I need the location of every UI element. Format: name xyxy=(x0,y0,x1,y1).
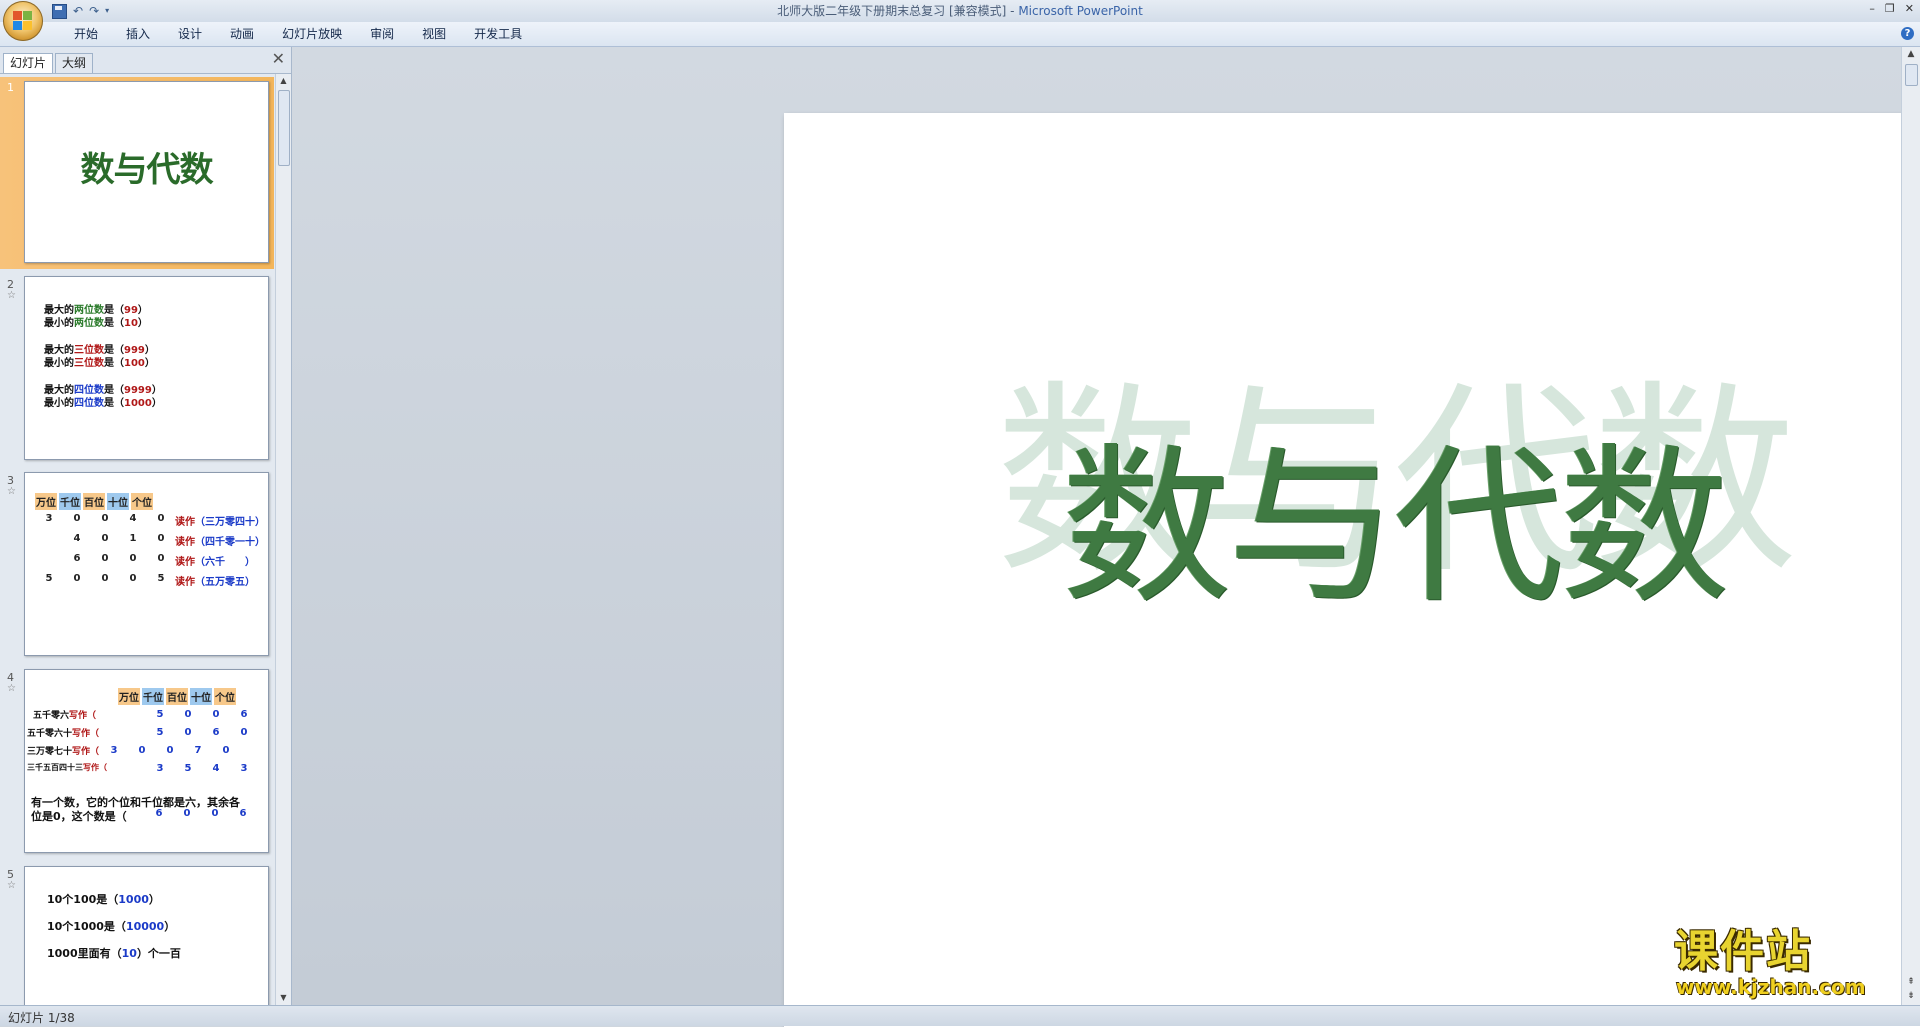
number-row: 3543 xyxy=(156,763,248,774)
panel-tabs: 幻灯片 大纲 ✕ xyxy=(0,47,291,74)
ribbon-tabs: 开始 插入 设计 动画 幻灯片放映 审阅 视图 开发工具 xyxy=(60,27,536,41)
tab-animations[interactable]: 动画 xyxy=(216,27,268,41)
thumb-line: 10个1000是（10000） xyxy=(47,920,176,933)
prev-slide-icon[interactable]: ⇞ xyxy=(1902,975,1920,989)
tab-developer[interactable]: 开发工具 xyxy=(460,27,536,41)
document-title: 北师大版二年级下册期末总复习 [兼容模式] - xyxy=(777,4,1015,18)
tab-slideshow[interactable]: 幻灯片放映 xyxy=(268,27,356,41)
read-as: 读作（六千 ） xyxy=(175,557,255,568)
slide-thumb-4[interactable]: 4 ☆ 万位 千位 百位 十位 个位 五千零六写作（ 5006 五千零六十写作（… xyxy=(0,667,274,857)
slide-title[interactable]: 数与代数 xyxy=(784,433,1920,623)
question-line: 位是0，这个数是（ xyxy=(31,810,127,823)
editor-scrollbar[interactable]: ▲ ⇞ ⇟ xyxy=(1901,47,1920,1005)
tab-design[interactable]: 设计 xyxy=(164,27,216,41)
read-as: 读作（五万零五） xyxy=(175,577,255,588)
watermark-brand: 课件站 xyxy=(1674,926,1812,977)
slide-indicator: 幻灯片 1/38 xyxy=(8,1011,75,1025)
slide-thumb-content: 万位 千位 百位 十位 个位 30040 读作（三万零四十） 4010 读作（四… xyxy=(24,472,269,656)
tab-outline[interactable]: 大纲 xyxy=(55,53,94,73)
office-button[interactable] xyxy=(3,1,43,41)
watermark-logo: 课件站 www.kjzhan.com xyxy=(1668,928,1898,1000)
slide-thumb-2[interactable]: 2 ☆ 最大的两位数是（99） 最小的两位数是（10） 最大的三位数是（999）… xyxy=(0,274,274,464)
watermark-url: www.kjzhan.com xyxy=(1676,975,1866,999)
scroll-thumb[interactable] xyxy=(1905,64,1918,86)
office-logo-icon xyxy=(13,11,33,31)
minimize-icon[interactable]: – xyxy=(1869,2,1875,15)
thumb-line: 最小的四位数是（1000） xyxy=(44,398,162,409)
next-slide-icon[interactable]: ⇟ xyxy=(1902,989,1920,1003)
title-bar: ↶ ↷ ▾ 北师大版二年级下册期末总复习 [兼容模式] - Microsoft … xyxy=(0,0,1920,41)
help-icon[interactable]: ? xyxy=(1901,27,1914,40)
slide-thumb-3[interactable]: 3 ☆ 万位 千位 百位 十位 个位 30040 读作（三万零四十） 4010 … xyxy=(0,470,274,660)
animation-star-icon: ☆ xyxy=(7,486,16,497)
scroll-down-icon[interactable]: ▼ xyxy=(276,991,291,1005)
current-slide[interactable]: 数与代数 数与代数 xyxy=(784,113,1920,1027)
number-row: 5006 xyxy=(156,709,248,720)
tab-home[interactable]: 开始 xyxy=(60,27,112,41)
slide-thumb-5[interactable]: 5 ☆ 10个100是（1000） 10个1000是（10000） 1000里面… xyxy=(0,864,274,1005)
answer-digits: 6006 xyxy=(155,808,247,819)
number-row: 30070 xyxy=(110,745,230,756)
place-value-headers: 万位 千位 百位 十位 个位 xyxy=(35,493,153,510)
panel-scrollbar[interactable]: ▲ ▼ xyxy=(275,74,291,1005)
slide-thumb-content: 万位 千位 百位 十位 个位 五千零六写作（ 5006 五千零六十写作（ 506… xyxy=(24,669,269,853)
thumb-line: 最小的三位数是（100） xyxy=(44,358,155,369)
status-bar: 幻灯片 1/38 xyxy=(0,1005,1920,1026)
window-title: 北师大版二年级下册期末总复习 [兼容模式] - Microsoft PowerP… xyxy=(0,4,1920,18)
ribbon: 开始 插入 设计 动画 幻灯片放映 审阅 视图 开发工具 ? xyxy=(0,22,1920,47)
scroll-up-icon[interactable]: ▲ xyxy=(1902,47,1920,61)
tab-slides[interactable]: 幻灯片 xyxy=(3,53,54,73)
window-controls: – ❐ ✕ xyxy=(1869,2,1914,15)
slide-number: 1 xyxy=(7,81,14,94)
write-row: 五千零六写作（ xyxy=(33,711,97,721)
slide-thumb-content: 数与代数 xyxy=(24,81,269,263)
write-row: 三千五百四十三写作（ xyxy=(27,763,107,772)
tab-insert[interactable]: 插入 xyxy=(112,27,164,41)
thumb-line: 10个100是（1000） xyxy=(47,893,160,906)
app-name: Microsoft PowerPoint xyxy=(1018,4,1143,18)
place-value-headers: 万位 千位 百位 十位 个位 xyxy=(118,688,236,705)
slide-editor: 数与代数 数与代数 xyxy=(292,47,1920,1027)
scroll-thumb[interactable] xyxy=(278,90,290,166)
slide-thumb-content: 最大的两位数是（99） 最小的两位数是（10） 最大的三位数是（999） 最小的… xyxy=(24,276,269,460)
number-row: 30040 xyxy=(45,513,165,524)
write-row: 五千零六十写作（ xyxy=(27,729,100,739)
slide-thumbnails[interactable]: 1 数与代数 2 ☆ 最大的两位数是（99） 最小的两位数是（10） 最大的三位… xyxy=(0,74,274,1005)
animation-star-icon: ☆ xyxy=(7,290,16,301)
read-as: 读作（四千零一十） xyxy=(175,537,265,548)
number-row: 5060 xyxy=(156,727,248,738)
close-icon[interactable]: ✕ xyxy=(1905,2,1914,15)
read-as: 读作（三万零四十） xyxy=(175,517,265,528)
animation-star-icon: ☆ xyxy=(7,880,16,891)
animation-star-icon: ☆ xyxy=(7,683,16,694)
thumb-line: 1000里面有（10）个一百 xyxy=(47,947,181,960)
thumb-line: 最小的两位数是（10） xyxy=(44,318,148,329)
slide-thumb-content: 10个100是（1000） 10个1000是（10000） 1000里面有（10… xyxy=(24,866,269,1005)
write-row: 三万零七十写作（ xyxy=(27,747,100,757)
thumb-title: 数与代数 xyxy=(80,150,214,190)
number-row: 50005 xyxy=(45,573,165,584)
scroll-up-icon[interactable]: ▲ xyxy=(276,74,291,88)
tab-review[interactable]: 审阅 xyxy=(356,27,408,41)
restore-icon[interactable]: ❐ xyxy=(1885,2,1895,15)
number-row: 6000 xyxy=(73,553,165,564)
number-row: 4010 xyxy=(73,533,165,544)
slide-thumb-1[interactable]: 1 数与代数 xyxy=(0,77,274,269)
slides-panel: 幻灯片 大纲 ✕ 1 数与代数 2 ☆ 最大的两位数是（99） 最小的两位数是（… xyxy=(0,47,292,1005)
close-panel-icon[interactable]: ✕ xyxy=(272,51,285,67)
tab-view[interactable]: 视图 xyxy=(408,27,460,41)
